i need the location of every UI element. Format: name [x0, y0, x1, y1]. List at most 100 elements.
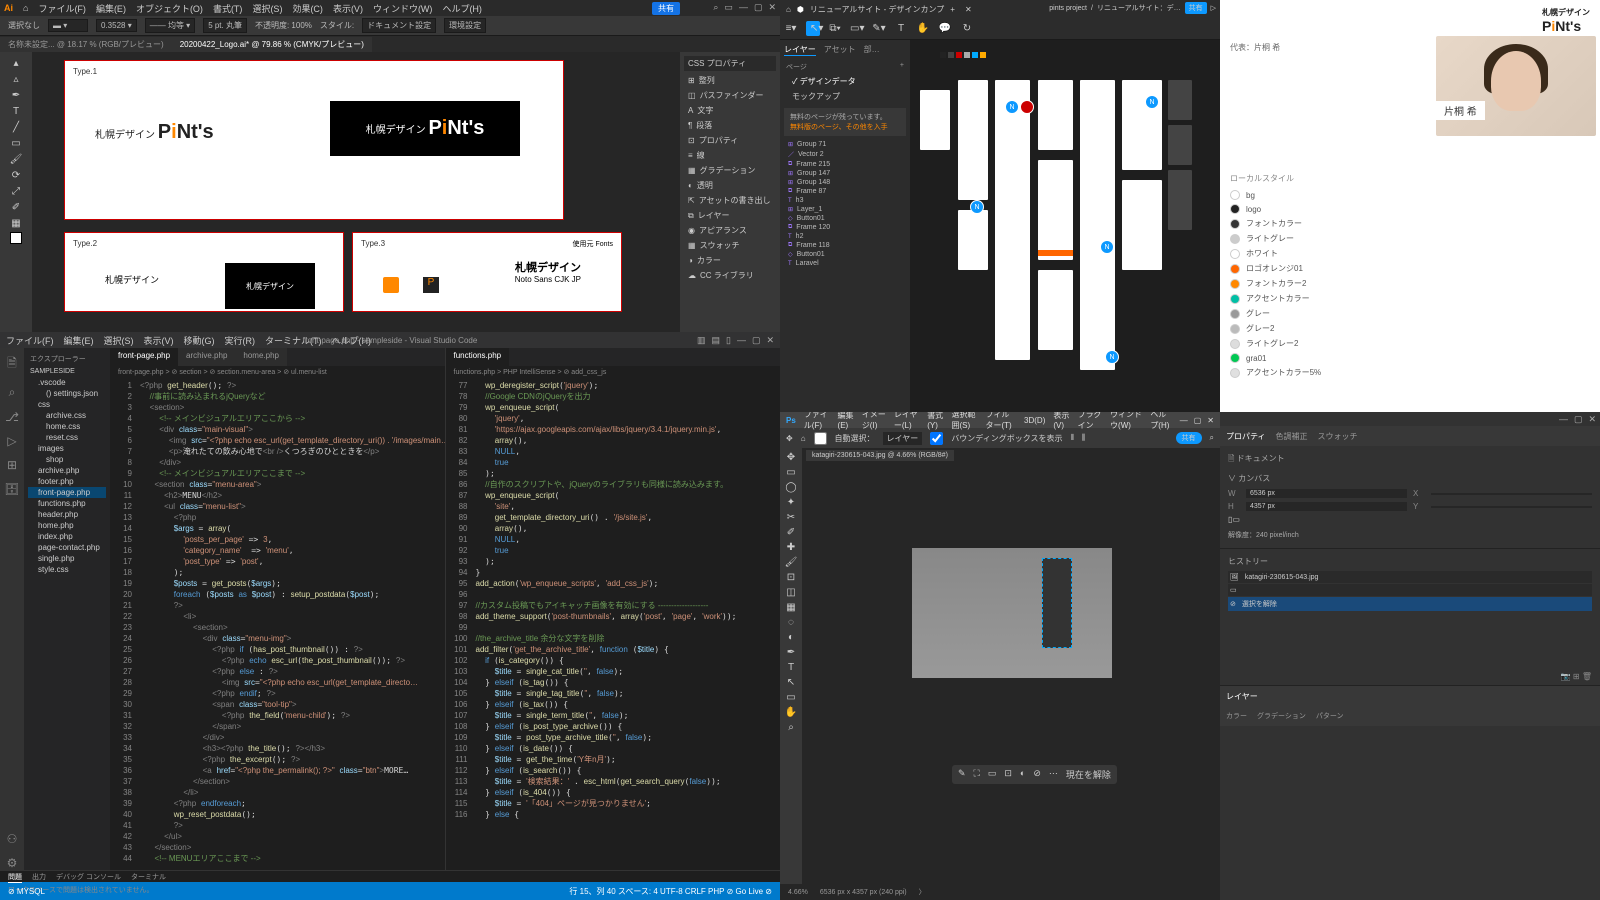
share-button[interactable]: 共有 [1176, 432, 1202, 444]
document-tab[interactable]: katagiri-230615-043.jpg @ 4.66% (RGB/8#) [806, 450, 954, 461]
close-icon[interactable]: ✕ [768, 2, 776, 13]
color-swatch[interactable]: アクセントカラー [1230, 291, 1590, 306]
layer-icon[interactable]: ⊡ [1004, 768, 1012, 781]
comment-icon[interactable]: 💬 [938, 23, 952, 34]
minimize-icon[interactable]: — [739, 2, 748, 13]
pen-tool-icon[interactable]: ✎▾ [872, 23, 886, 34]
editor-tab[interactable]: home.php [235, 348, 287, 366]
more-icon[interactable]: ⋯ [1049, 768, 1058, 781]
path-icon[interactable]: ↖ [787, 677, 795, 688]
maximize-icon[interactable]: ▢ [752, 335, 761, 346]
explorer-icon[interactable]: 🗎 [7, 354, 17, 375]
hand-icon[interactable]: ✋ [785, 707, 797, 718]
zoom-icon[interactable]: ⌕ [788, 722, 794, 733]
minimize-icon[interactable]: — [1559, 414, 1568, 425]
new-icon[interactable]: ⊞ [1573, 672, 1580, 681]
minimize-icon[interactable]: — [1180, 416, 1188, 425]
scale-tool-icon[interactable]: ⤢ [9, 184, 23, 198]
artboard-1[interactable]: Type.1 札幌デザイン PiNt's 札幌デザイン PiNt's [64, 60, 564, 220]
color-swatch[interactable]: アクセントカラー5% [1230, 365, 1590, 380]
add-page-icon[interactable]: + [900, 62, 904, 72]
menu-icon[interactable]: ≡▾ [784, 23, 798, 34]
lasso-icon[interactable]: ◯ [785, 482, 796, 493]
selection-marquee[interactable] [1042, 558, 1072, 648]
selection-tool-icon[interactable]: ▴ [9, 56, 23, 70]
breadcrumb[interactable]: functions.php > PHP IntelliSense > ⊘ add… [446, 366, 781, 378]
home-icon[interactable]: ⌂ [801, 434, 806, 443]
color-swatch[interactable]: ロゴオレンジ01 [1230, 261, 1590, 276]
shape-icon[interactable]: ▭ [786, 692, 795, 703]
home-icon[interactable]: ⌂ [786, 5, 791, 14]
search-icon[interactable]: ⌕ [1210, 433, 1214, 443]
maximize-icon[interactable]: ▢ [754, 2, 763, 13]
home-icon[interactable]: ⌂ [23, 3, 28, 13]
pen-tool-icon[interactable]: ✒ [9, 88, 23, 102]
share-button[interactable]: 共有 [1185, 2, 1207, 14]
expand-icon[interactable]: ⛶ [974, 768, 980, 781]
figma-canvas[interactable]: N N N N N [910, 40, 1220, 412]
trash-icon[interactable]: 🗑 [1582, 672, 1592, 681]
direct-select-icon[interactable]: ▵ [9, 72, 23, 86]
blur-icon[interactable]: ◌ [788, 617, 794, 628]
delete-icon[interactable]: ⊘ [1033, 768, 1041, 781]
color-swatch[interactable]: logo [1230, 202, 1590, 216]
artboard-2[interactable]: Type.2 札幌デザイン 札幌デザイン [64, 232, 344, 312]
mask-icon[interactable]: ▭ [988, 768, 997, 781]
layout-icon[interactable]: ▥ [697, 335, 706, 346]
color-swatch[interactable]: フォントカラー2 [1230, 276, 1590, 291]
rect-tool-icon[interactable]: ▭▾ [850, 23, 864, 34]
account-icon[interactable]: ⚇ [7, 832, 18, 846]
dodge-icon[interactable]: ◐ [788, 632, 794, 643]
color-swatch[interactable]: ライトグレー2 [1230, 336, 1590, 351]
db-icon[interactable]: 🗄 [4, 482, 19, 496]
distribute-icon[interactable]: ⫼ [1082, 433, 1086, 443]
artboard-3[interactable]: Type.3 使用元 Fonts 札幌デザイン Noto Sans CJK JP… [352, 232, 622, 312]
image[interactable] [912, 548, 1112, 678]
editor-tab[interactable]: functions.php [446, 348, 510, 366]
panel-icon[interactable]: ▤ [711, 335, 720, 346]
move-tool-icon[interactable]: ↖▾ [806, 21, 820, 36]
maximize-icon[interactable]: ▢ [1194, 416, 1202, 425]
marquee-icon[interactable]: ▭ [786, 467, 795, 478]
camera-icon[interactable]: 📷 [1561, 672, 1571, 681]
orientation-icon[interactable]: ▯▭ [1228, 515, 1240, 524]
color-swatch[interactable]: グレー [1230, 306, 1590, 321]
minimize-icon[interactable]: — [737, 335, 746, 346]
share-button[interactable]: 共有 [652, 2, 680, 15]
close-icon[interactable]: ✕ [766, 335, 774, 346]
history-icon[interactable]: ↻ [960, 23, 974, 34]
doc-tab[interactable]: 名称未設定... @ 18.17 % (RGB/プレビュー) [0, 37, 172, 52]
move-tool-icon[interactable]: ✥ [786, 434, 793, 443]
crop-icon[interactable]: ✂ [787, 512, 795, 523]
line-tool-icon[interactable]: ╱ [9, 120, 23, 134]
gradient-tool-icon[interactable]: ▦ [9, 216, 23, 230]
git-icon[interactable]: ⎇ [5, 410, 19, 424]
canvas[interactable]: Type.1 札幌デザイン PiNt's 札幌デザイン PiNt's Type.… [32, 52, 680, 332]
move-tool-icon[interactable]: ✥ [787, 452, 795, 463]
color-swatch[interactable]: ホワイト [1230, 246, 1590, 261]
eyedropper-icon[interactable]: ✐ [787, 527, 795, 538]
color-swatch[interactable]: グレー2 [1230, 321, 1590, 336]
gradient-icon[interactable]: ▦ [786, 602, 795, 613]
breadcrumb[interactable]: front-page.php > ⊘ section > ⊘ section.m… [110, 366, 445, 378]
pen-icon[interactable]: ✒ [787, 647, 795, 658]
color-swatch[interactable]: フォントカラー [1230, 216, 1590, 231]
autoselect-checkbox[interactable] [814, 432, 827, 445]
search-icon[interactable]: ⌕ [9, 385, 16, 400]
settings-icon[interactable]: ⚙ [7, 856, 18, 870]
eyedropper-icon[interactable]: ✐ [9, 200, 23, 214]
rotate-tool-icon[interactable]: ⟳ [9, 168, 23, 182]
type-tool-icon[interactable]: T [9, 104, 23, 118]
frame-tool-icon[interactable]: ⧉▾ [828, 23, 842, 34]
search-icon[interactable]: ⌕ [713, 2, 718, 13]
heal-icon[interactable]: ✚ [787, 542, 795, 553]
close-icon[interactable]: ✕ [1207, 416, 1214, 425]
arrange-icon[interactable]: ▭ [724, 2, 733, 13]
close-icon[interactable]: ✕ [965, 5, 972, 14]
edit-icon[interactable]: ✎ [958, 768, 966, 781]
extensions-icon[interactable]: ⊞ [7, 458, 17, 472]
code-area[interactable]: 1<?php get_header(); ?> 2 //事前に読み込まれるjQu… [110, 378, 445, 866]
debug-icon[interactable]: ▷ [7, 434, 16, 448]
bbox-checkbox[interactable] [930, 432, 943, 445]
color-swatch[interactable]: ライトグレー [1230, 231, 1590, 246]
